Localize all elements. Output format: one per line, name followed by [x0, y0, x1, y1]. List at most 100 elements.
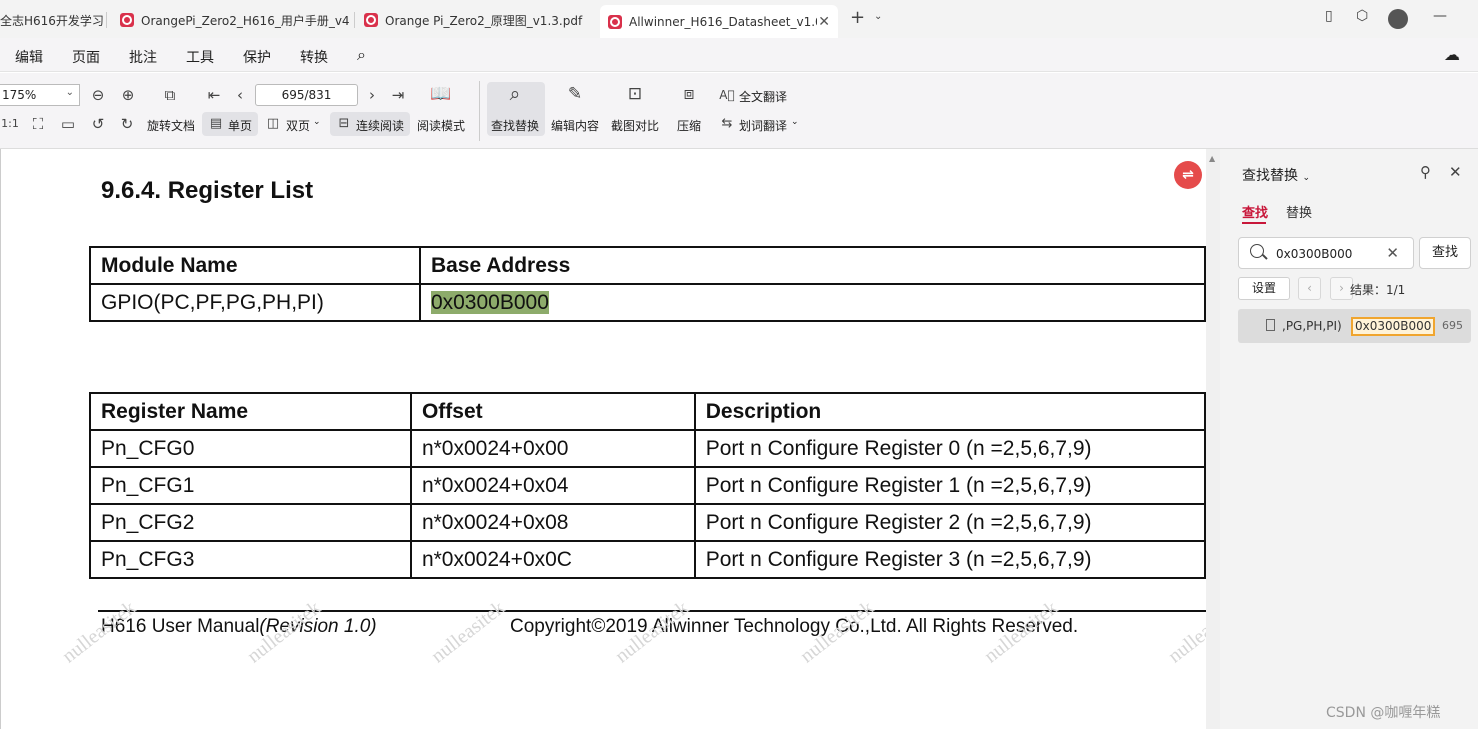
clear-icon[interactable]: ✕	[1386, 244, 1399, 262]
search-highlight: 0x0300B000	[430, 290, 549, 314]
first-page-icon[interactable]: ⇤	[204, 86, 224, 104]
compress-icon[interactable]: ⧈	[679, 85, 699, 103]
chevron-down-icon: ⌄	[65, 87, 74, 98]
prev-page-icon[interactable]: ‹	[230, 86, 250, 104]
next-page-icon[interactable]: ›	[362, 86, 382, 104]
avatar[interactable]	[1388, 9, 1408, 29]
table-cell: Port n Configure Register 0 (n =2,5,6,7,…	[693, 429, 1206, 468]
read-mode-button[interactable]: 阅读模式	[417, 117, 465, 134]
tab-label: 全志H616开发学习	[0, 13, 104, 28]
compress-button[interactable]: 压缩	[677, 117, 701, 134]
word-translate-button[interactable]: 划词翻译	[739, 117, 787, 134]
module-table: Module Name Base Address GPIO(PC,PF,PG,P…	[89, 246, 1206, 322]
watermark: nulleasitek	[427, 596, 509, 668]
search-icon[interactable]: ⌕	[357, 45, 366, 65]
settings-button[interactable]: 设置	[1238, 277, 1290, 300]
prev-result-button[interactable]: ‹	[1298, 277, 1321, 300]
rotate-document-button[interactable]: 旋转文档	[147, 117, 195, 134]
menu-convert[interactable]: 转换	[300, 47, 328, 67]
rotate-right-icon[interactable]: ↻	[117, 115, 137, 133]
search-input[interactable]: 0x0300B000 ✕	[1238, 237, 1414, 269]
tab-orangepi-schematic[interactable]: Orange Pi_Zero2_原理图_v1.3.pdf	[356, 5, 594, 35]
translate-icon[interactable]: A⃞	[717, 86, 737, 104]
menu-edit[interactable]: 编辑	[15, 47, 43, 67]
last-page-icon[interactable]: ⇥	[388, 86, 408, 104]
panel-title[interactable]: 查找替换 ⌄	[1242, 165, 1310, 185]
minimize-icon[interactable]: —	[1433, 8, 1447, 24]
menu-tools[interactable]: 工具	[186, 47, 214, 67]
footer-left: H616 User Manual(Revision 1.0)	[101, 616, 377, 637]
menu-annotate[interactable]: 批注	[129, 47, 157, 67]
cloud-sync-icon[interactable]: ☁	[1444, 45, 1460, 64]
table-cell: n*0x0024+0x08	[409, 503, 696, 542]
csdn-watermark: CSDN @咖喱年糕	[1326, 705, 1441, 721]
toolbar: 175% ⌄ ⊖ ⊕ ⧉ ⇤ ‹ 695/831 › ⇥ 📖 1:1 ⛶ ▭ ↺…	[0, 73, 1478, 149]
table-header: Register Name	[89, 392, 412, 431]
scrollbar[interactable]: ▲	[1206, 149, 1220, 729]
table-cell: Pn_CFG1	[89, 466, 412, 505]
chevron-down-icon[interactable]: ⌄	[791, 117, 799, 127]
single-page-label: 单页	[228, 119, 253, 133]
continuous-icon: ⊟	[338, 116, 350, 131]
sidebar-layout-icon[interactable]: ▯	[1325, 8, 1333, 24]
table-header: Base Address	[418, 246, 1206, 285]
chevron-down-icon[interactable]: ⌄	[874, 11, 882, 22]
book-icon[interactable]: 📖	[430, 85, 451, 103]
full-translate-button[interactable]: 全文翻译	[739, 88, 787, 105]
tab-orangepi-manual[interactable]: OrangePi_Zero2_H616_用户手册_v4	[112, 5, 350, 35]
tab-allwinner-datasheet[interactable]: Allwinner_H616_Datasheet_v1.0. ✕	[600, 5, 838, 38]
new-tab-icon[interactable]: +	[850, 7, 865, 28]
close-icon[interactable]: ✕	[818, 14, 830, 30]
translate-badge-icon[interactable]: ⇌	[1174, 161, 1202, 189]
menu-protect[interactable]: 保护	[243, 47, 271, 67]
pin-icon[interactable]: ⚲	[1420, 163, 1431, 181]
tab-h616-learning[interactable]: 全志H616开发学习	[0, 5, 104, 35]
search-icon	[1250, 244, 1264, 258]
search-result-item[interactable]: ,PG,PH,PI) 0x0300B000 695	[1238, 309, 1471, 343]
tab-label: Orange Pi_Zero2_原理图_v1.3.pdf	[385, 13, 583, 28]
find-button[interactable]: 查找	[1419, 237, 1471, 269]
screenshot-compare-button[interactable]: 截图对比	[611, 117, 659, 134]
tab-replace[interactable]: 替换	[1286, 202, 1312, 221]
word-translate-icon[interactable]: ⇆	[717, 115, 737, 133]
zoom-out-icon[interactable]: ⊖	[88, 86, 108, 104]
table-cell: Pn_CFG2	[89, 503, 412, 542]
menu-page[interactable]: 页面	[72, 47, 100, 67]
pdf-icon	[608, 14, 622, 29]
table-cell: Pn_CFG0	[89, 429, 412, 468]
screenshot-compare-icon[interactable]: ⊡	[625, 85, 645, 103]
fit-width-icon[interactable]: ▭	[58, 115, 78, 133]
tab-strip: 全志H616开发学习 OrangePi_Zero2_H616_用户手册_v4 O…	[0, 0, 1478, 38]
search-icon: ⌕	[509, 83, 521, 105]
find-replace-panel: 查找替换 ⌄ ⚲ ✕ 查找 替换 0x0300B000 ✕ 查找 设置 ‹ › …	[1220, 149, 1478, 729]
actual-size-icon[interactable]: 1:1	[0, 115, 20, 133]
continuous-label: 连续阅读	[356, 119, 405, 133]
double-page-button[interactable]: 双页	[286, 117, 310, 134]
tab-label: OrangePi_Zero2_H616_用户手册_v4	[141, 13, 350, 28]
pdf-icon	[120, 13, 134, 27]
zoom-select[interactable]: 175% ⌄	[0, 84, 80, 106]
search-value: 0x0300B000	[1276, 247, 1353, 261]
table-cell: n*0x0024+0x00	[409, 429, 696, 468]
edit-content-button[interactable]: 编辑内容	[551, 117, 599, 134]
document-viewport[interactable]: 9.6.4. Register List ⇌ Module Name Base …	[0, 149, 1206, 729]
result-count: 结果：1/1	[1350, 283, 1406, 297]
result-match: 0x0300B000	[1351, 317, 1436, 336]
edit-content-icon[interactable]: ✎	[565, 85, 585, 103]
double-page-icon[interactable]: ◫	[263, 115, 283, 133]
chevron-down-icon[interactable]: ⌄	[313, 117, 321, 127]
page-copy-icon[interactable]: ⧉	[160, 86, 180, 104]
tab-find[interactable]: 查找	[1242, 202, 1268, 221]
page-number-input[interactable]: 695/831	[255, 84, 358, 106]
find-replace-label: 查找替换	[491, 119, 540, 133]
pdf-icon	[364, 13, 378, 27]
fit-page-icon[interactable]: ⛶	[28, 115, 48, 133]
close-icon[interactable]: ✕	[1449, 163, 1462, 181]
table-cell: 0x0300B000	[418, 283, 1206, 322]
rotate-left-icon[interactable]: ↺	[88, 115, 108, 133]
table-cell: Port n Configure Register 1 (n =2,5,6,7,…	[693, 466, 1206, 505]
cube-icon[interactable]: ⬡	[1356, 8, 1368, 24]
scroll-up-icon[interactable]: ▲	[1209, 154, 1215, 163]
table-header: Module Name	[89, 246, 421, 285]
zoom-in-icon[interactable]: ⊕	[118, 86, 138, 104]
